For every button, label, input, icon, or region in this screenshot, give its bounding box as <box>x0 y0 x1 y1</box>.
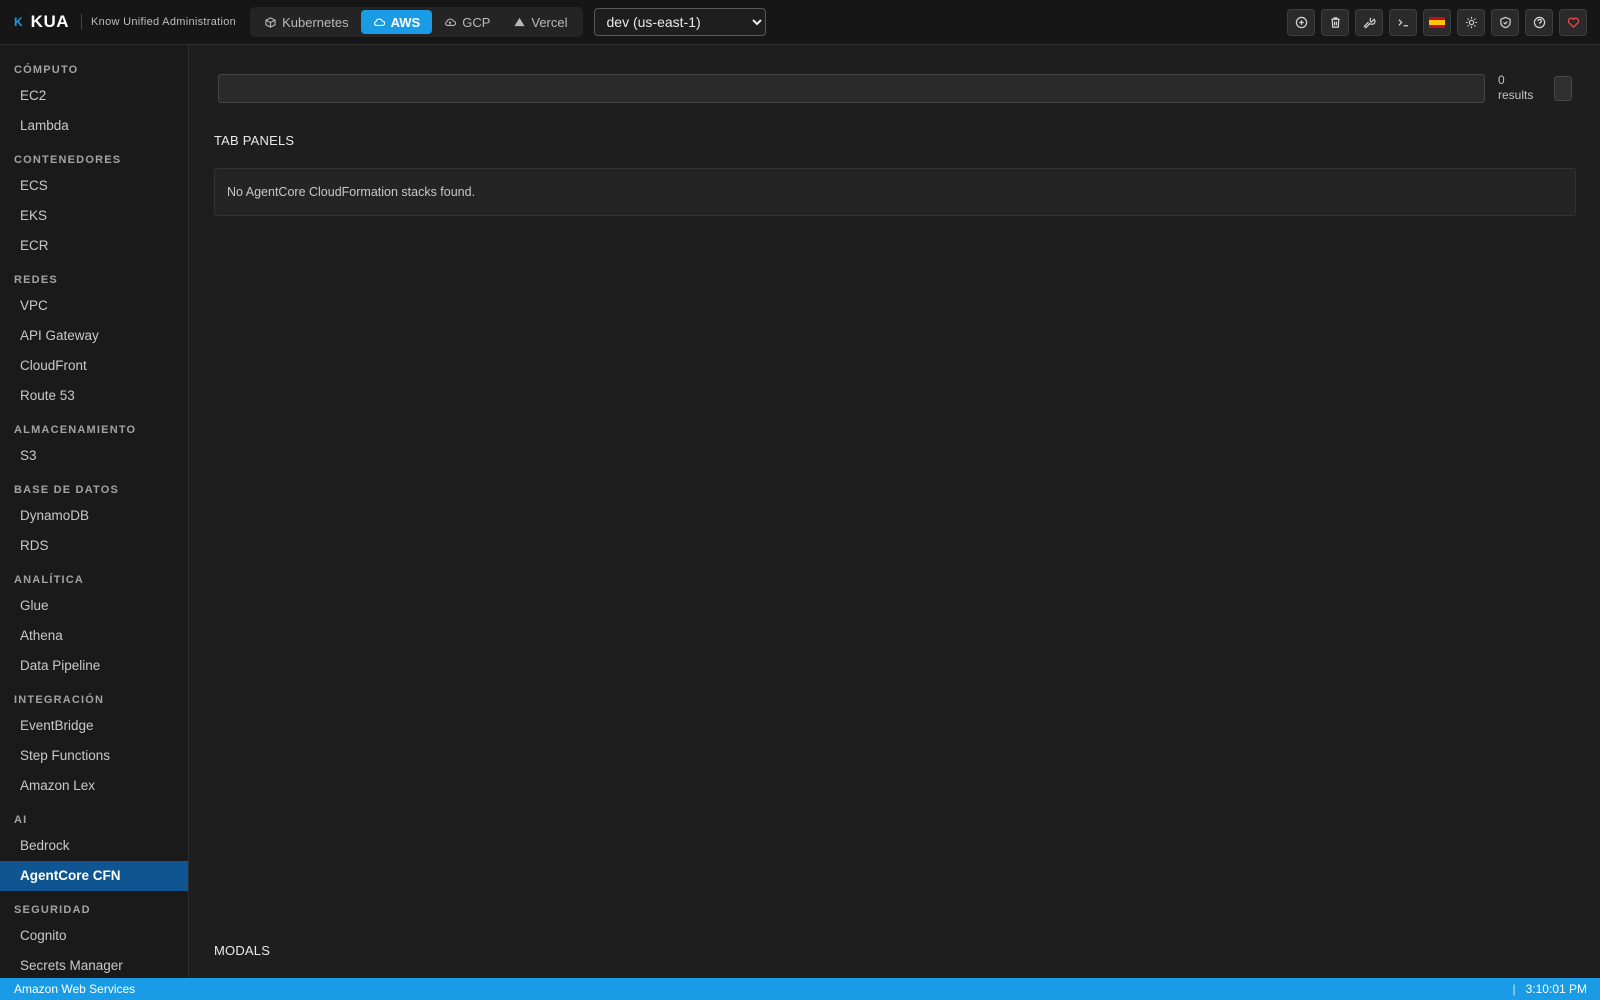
sidebar-item-eks[interactable]: EKS <box>0 201 188 231</box>
sidebar-group-database: BASE DE DATOS <box>14 484 120 496</box>
sidebar-item-api-gateway[interactable]: API Gateway <box>0 321 188 351</box>
sidebar-group-ai: AI <box>14 814 28 826</box>
modals-title: MODALS <box>214 943 271 958</box>
tab-label: Vercel <box>531 14 568 30</box>
tab-kubernetes[interactable]: Kubernetes <box>253 10 361 34</box>
results-count: 0 results <box>1498 73 1546 103</box>
environment-select[interactable]: dev (us-east-1) <box>593 8 766 36</box>
favorite-button[interactable] <box>1559 9 1587 36</box>
sidebar-item-ecr[interactable]: ECR <box>0 231 188 261</box>
tab-aws[interactable]: AWS <box>360 10 433 34</box>
results-label: results <box>1498 88 1534 102</box>
sidebar-item-cognito[interactable]: Cognito <box>0 921 188 951</box>
shield-icon <box>1499 16 1511 29</box>
sidebar-item-ecs[interactable]: ECS <box>0 171 188 201</box>
cloud-icon <box>373 17 385 27</box>
sidebar-item-athena[interactable]: Athena <box>0 621 188 651</box>
sidebar-item-glue[interactable]: Glue <box>0 591 188 621</box>
trash-icon <box>1330 17 1340 28</box>
wrench-icon <box>1363 17 1376 29</box>
status-bar: Amazon Web Services | 3:10:01 PM <box>0 978 1600 1000</box>
status-time: 3:10:01 PM <box>1525 982 1587 996</box>
sidebar-item-lambda[interactable]: Lambda <box>0 111 188 141</box>
sidebar-group-analytics: ANALÍTICA <box>14 574 85 586</box>
top-header: K KUA Know Unified Administration Kubern… <box>0 0 1600 45</box>
sidebar-group-integration: INTEGRACIÓN <box>14 694 105 706</box>
terminal-button[interactable] <box>1389 9 1417 36</box>
tab-panels-title: TAB PANELS <box>214 133 295 148</box>
sidebar-item-cloudfront[interactable]: CloudFront <box>0 351 188 381</box>
sun-icon <box>1465 16 1477 29</box>
provider-tabs: Kubernetes AWS GCP Vercel <box>250 7 583 37</box>
kua-logo-icon: K <box>14 15 23 29</box>
triangle-icon <box>514 17 525 27</box>
theme-toggle-button[interactable] <box>1457 9 1485 36</box>
results-action-button[interactable] <box>1554 76 1572 101</box>
help-icon <box>1533 16 1545 29</box>
spain-flag-icon <box>1429 17 1445 28</box>
status-divider: | <box>1512 982 1516 996</box>
sidebar-item-ec2[interactable]: EC2 <box>0 81 188 111</box>
security-button[interactable] <box>1491 9 1519 36</box>
sidebar-item-agentcore-cfn[interactable]: AgentCore CFN <box>0 861 188 891</box>
tab-vercel[interactable]: Vercel <box>502 10 579 34</box>
terminal-icon <box>1397 19 1408 27</box>
sidebar-item-dynamodb[interactable]: DynamoDB <box>0 501 188 531</box>
sidebar-item-vpc[interactable]: VPC <box>0 291 188 321</box>
brand-name: KUA <box>30 12 70 31</box>
cloud-upload-icon <box>444 17 457 27</box>
help-button[interactable] <box>1525 9 1553 36</box>
sidebar-item-s3[interactable]: S3 <box>0 441 188 471</box>
sidebar-item-route-53[interactable]: Route 53 <box>0 381 188 411</box>
empty-state-panel: No AgentCore CloudFormation stacks found… <box>214 168 1576 216</box>
add-circle-icon <box>1295 16 1307 29</box>
results-number: 0 <box>1498 73 1505 87</box>
search-input[interactable] <box>218 74 1485 103</box>
brand-subtitle: Know Unified Administration <box>91 16 237 28</box>
status-provider: Amazon Web Services <box>14 982 136 996</box>
sidebar-group-containers: CONTENEDORES <box>14 154 122 166</box>
tab-label: AWS <box>390 14 421 30</box>
cube-icon <box>265 16 276 28</box>
status-right: | 3:10:01 PM <box>1513 978 1588 1000</box>
sidebar-group-networking: REDES <box>14 274 58 286</box>
sidebar-group-compute: CÓMPUTO <box>14 64 79 76</box>
sidebar-item-step-functions[interactable]: Step Functions <box>0 741 188 771</box>
brand-divider <box>81 14 83 30</box>
sidebar-item-rds[interactable]: RDS <box>0 531 188 561</box>
language-button[interactable] <box>1423 9 1451 36</box>
sidebar-item-eventbridge[interactable]: EventBridge <box>0 711 188 741</box>
sidebar-item-bedrock[interactable]: Bedrock <box>0 831 188 861</box>
tab-label: GCP <box>462 14 491 30</box>
sidebar-group-storage: ALMACENAMIENTO <box>14 424 137 436</box>
tab-label: Kubernetes <box>282 14 349 30</box>
tab-gcp[interactable]: GCP <box>432 10 502 34</box>
sidebar: CÓMPUTO EC2 Lambda CONTENEDORES ECS EKS … <box>0 45 189 978</box>
sidebar-item-amazon-lex[interactable]: Amazon Lex <box>0 771 188 801</box>
header-actions <box>1281 9 1587 36</box>
tools-button[interactable] <box>1355 9 1383 36</box>
brand[interactable]: K KUA Know Unified Administration <box>14 12 236 32</box>
main-content: 0 results TAB PANELS No AgentCore CloudF… <box>190 45 1600 978</box>
delete-button[interactable] <box>1321 9 1349 36</box>
add-button[interactable] <box>1287 9 1315 36</box>
heart-icon <box>1567 17 1579 29</box>
sidebar-item-data-pipeline[interactable]: Data Pipeline <box>0 651 188 681</box>
sidebar-item-secrets-manager[interactable]: Secrets Manager <box>0 951 188 978</box>
sidebar-group-security: SEGURIDAD <box>14 904 91 916</box>
